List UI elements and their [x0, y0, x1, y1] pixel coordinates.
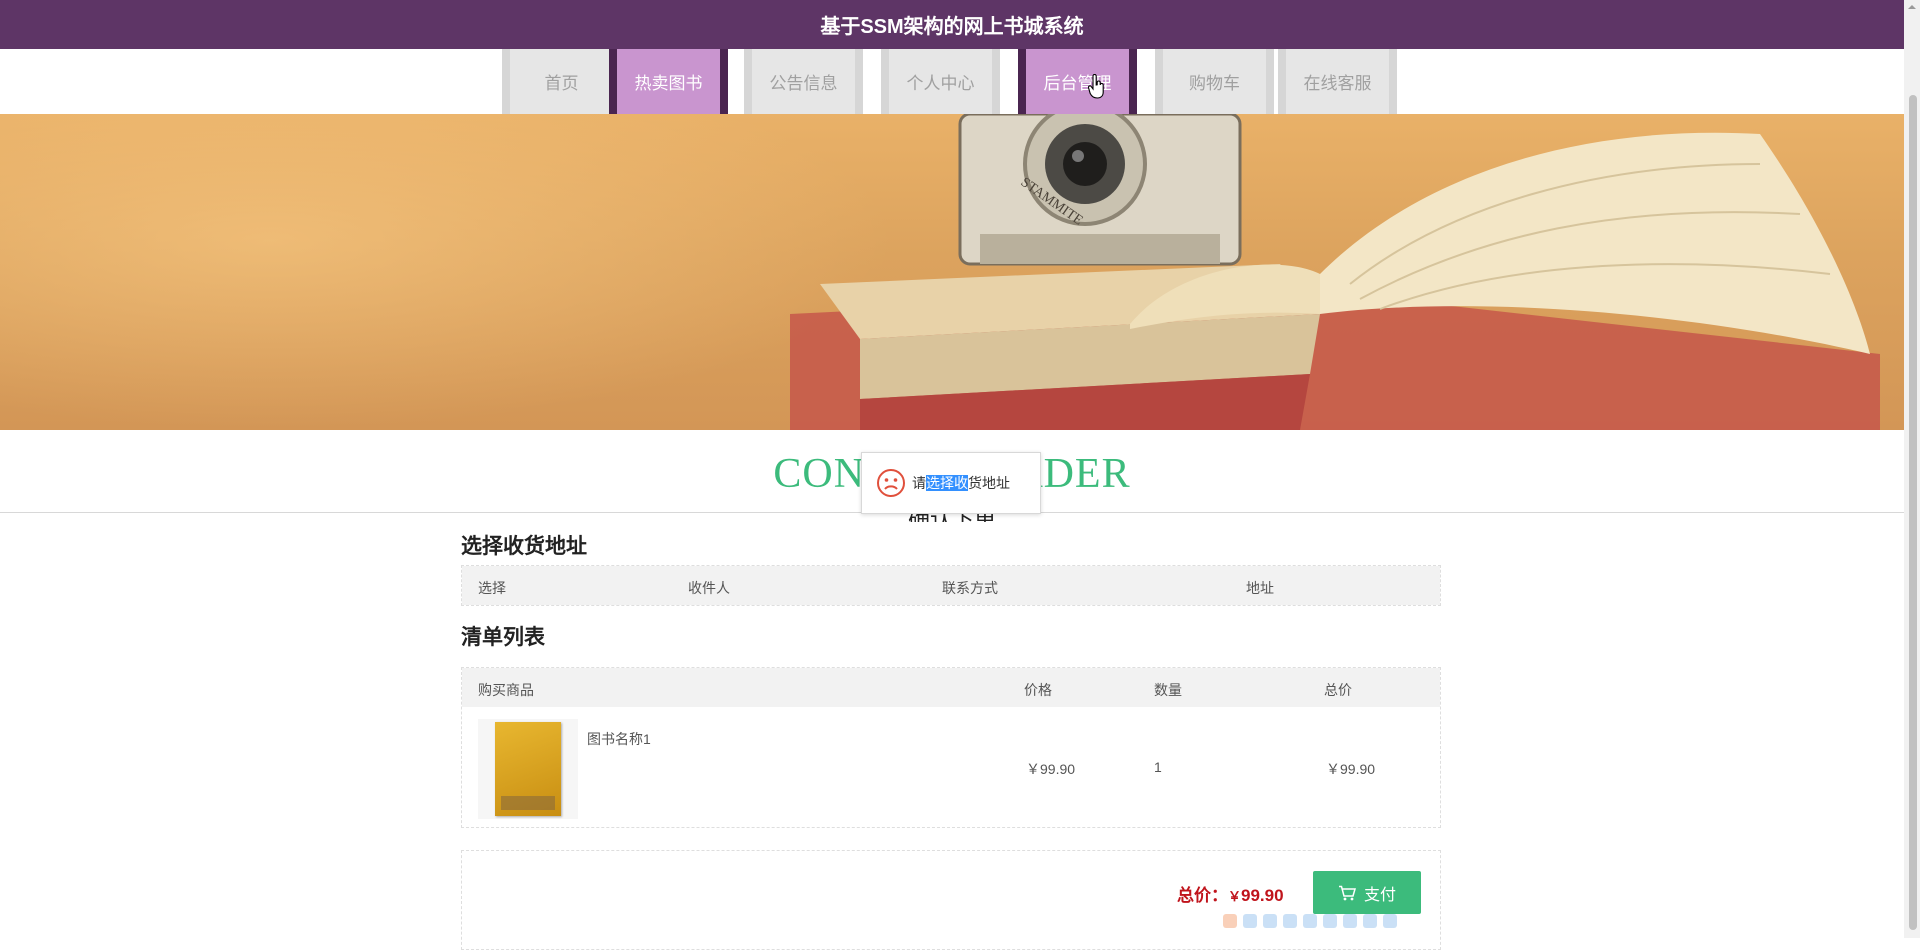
column-header: 联系方式	[942, 580, 998, 596]
ime-toolbar[interactable]	[1223, 910, 1423, 932]
nav-item-cart[interactable]: 购物车	[1155, 49, 1274, 114]
column-header: 数量	[1154, 682, 1182, 698]
toast-text: 请	[912, 475, 926, 491]
pay-button[interactable]: 支付	[1313, 871, 1421, 914]
nav-item-home[interactable]: 首页	[502, 49, 621, 114]
toast-message: 请选择收货地址	[912, 473, 1010, 493]
total-amount: 99.90	[1241, 886, 1284, 905]
total-price: 总价：￥99.90	[1177, 881, 1284, 906]
item-price: ￥99.90	[1026, 761, 1076, 777]
nav-item-customer-service[interactable]: 在线客服	[1278, 49, 1397, 114]
pay-button-label: 支付	[1363, 886, 1396, 904]
column-header: 选择	[478, 580, 506, 596]
item-total: ￥99.90	[1326, 761, 1376, 777]
items-heading: 清单列表	[461, 626, 545, 649]
total-label: 总价：	[1177, 886, 1228, 905]
nav-label: 个人中心	[906, 74, 975, 93]
address-table-header: 选择 收件人 联系方式 地址	[462, 566, 1440, 605]
nav-label: 在线客服	[1303, 74, 1372, 93]
main-nav: 首页 热卖图书 公告信息 个人中心 后台管理 购物车 在线客服	[0, 49, 1904, 114]
address-table: 选择 收件人 联系方式 地址	[461, 565, 1441, 606]
toast-text: 货地址	[968, 475, 1010, 491]
camera-book-illustration: STAMMITE	[790, 114, 1880, 430]
nav-label: 购物车	[1189, 74, 1240, 93]
item-quantity: 1	[1154, 759, 1162, 775]
nav-item-notices[interactable]: 公告信息	[744, 49, 863, 114]
scroll-up-arrow-icon[interactable]	[1906, 0, 1918, 14]
nav-label: 公告信息	[769, 74, 838, 93]
scrollbar-thumb[interactable]	[1909, 95, 1917, 930]
items-table: 购买商品 价格 数量 总价 图书名称1 ￥99.90 1 ￥99.90	[461, 667, 1441, 828]
nav-item-admin[interactable]: 后台管理	[1018, 49, 1137, 114]
currency-symbol: ￥	[1228, 889, 1242, 904]
site-title-bar: 基于SSM架构的网上书城系统	[0, 0, 1904, 49]
book-thumbnail[interactable]	[478, 719, 578, 819]
address-heading: 选择收货地址	[461, 535, 587, 558]
nav-label: 热卖图书	[634, 74, 703, 93]
column-header: 地址	[1246, 580, 1274, 596]
column-header: 收件人	[688, 580, 730, 596]
items-table-header: 购买商品 价格 数量 总价	[462, 668, 1440, 707]
table-row: 图书名称1 ￥99.90 1 ￥99.90	[462, 707, 1440, 827]
sad-face-icon	[877, 469, 905, 497]
order-summary: 总价：￥99.90 支付	[461, 850, 1441, 950]
shopping-cart-icon	[1338, 885, 1356, 900]
hand-pointer-icon	[1088, 74, 1104, 99]
error-toast: 请选择收货地址	[861, 452, 1041, 514]
toast-text-selected: 选择收	[926, 475, 968, 491]
banner-image: STAMMITE	[0, 114, 1904, 430]
column-header: 价格	[1024, 682, 1052, 698]
site-title: 基于SSM架构的网上书城系统	[820, 16, 1084, 38]
nav-item-profile[interactable]: 个人中心	[881, 49, 1000, 114]
book-name-link[interactable]: 图书名称1	[587, 729, 651, 749]
nav-label: 首页	[544, 74, 579, 93]
nav-item-hot-books[interactable]: 热卖图书	[609, 49, 728, 114]
column-header: 总价	[1324, 682, 1352, 698]
column-header: 购买商品	[478, 682, 534, 698]
